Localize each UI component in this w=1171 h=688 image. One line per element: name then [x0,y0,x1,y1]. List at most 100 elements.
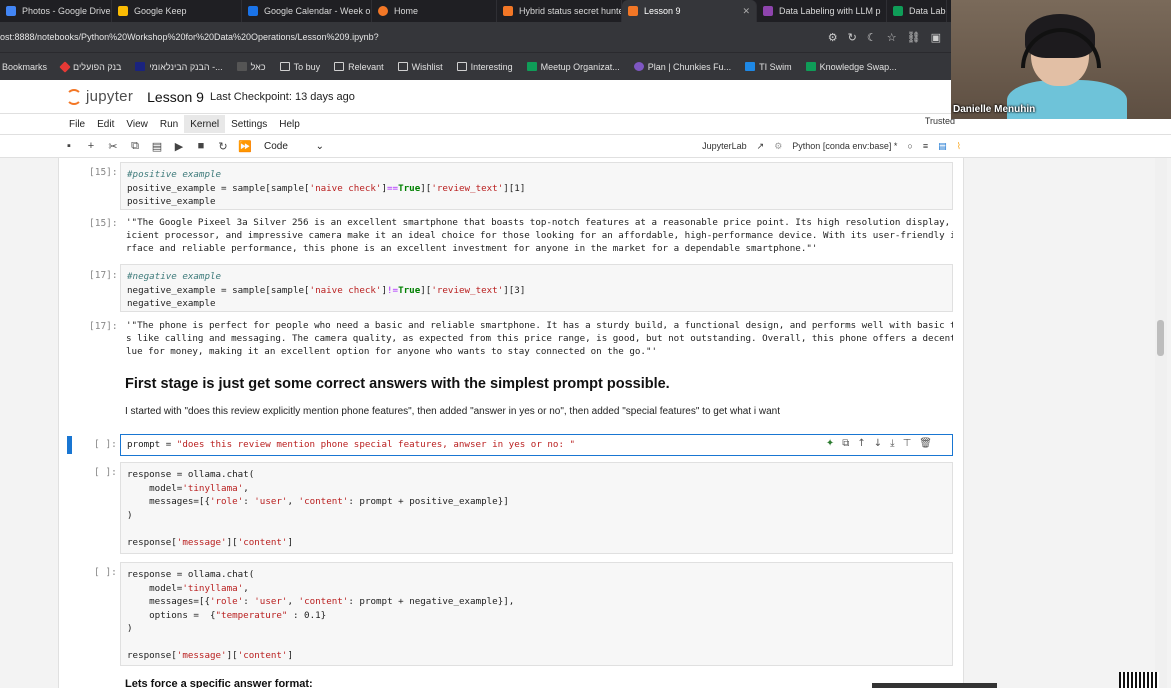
cell-type-value: Code [264,140,288,152]
run-icon[interactable]: ▶ [168,140,190,153]
delete-icon[interactable]: 🗑 [919,437,932,451]
debug-icon[interactable]: ⌇ [957,141,961,152]
bookmark-ti-swim[interactable]: TI Swim [738,53,799,81]
ti-icon [745,62,756,71]
add-cell-icon[interactable]: + [80,140,102,152]
extension-icon[interactable]: ▣ [931,31,941,44]
markdown-heading-format: Lets force a specific answer format: [125,678,313,688]
move-up-icon[interactable]: ↑ [857,437,865,451]
active-cell-indicator [67,436,72,454]
bookmark-interesting[interactable]: Interesting [450,53,520,81]
format-icon[interactable]: ⊤ [903,437,912,451]
jupyter-icon [503,6,513,16]
tab-calendar[interactable]: Google Calendar - Week o [242,0,372,22]
bookmark-knowledge[interactable]: Knowledge Swap... [799,53,904,81]
jupyterlab-link[interactable]: JupyterLab [702,141,747,151]
checkpoint-status: Last Checkpoint: 13 days ago [209,90,355,103]
jupyter-logo[interactable]: jupyter [66,88,133,105]
sparkle-icon[interactable]: ✦ [826,437,834,451]
insert-below-icon[interactable]: ⤓ [890,437,894,451]
stop-icon[interactable]: ■ [190,140,212,152]
scrollbar-thumb[interactable] [1157,320,1164,356]
tab-data-labeling[interactable]: Data Labeling with LLM p [757,0,887,22]
tab-photos[interactable]: Photos - Google Drive [0,0,112,22]
fast-forward-icon[interactable]: ⏩ [234,140,256,153]
menu-edit[interactable]: Edit [91,115,120,133]
paste-icon[interactable]: ▤ [146,140,168,153]
bookmark-hapoalim[interactable]: בנק הפועלים [54,53,128,81]
cell-type-select[interactable]: Code ⌄ [264,141,324,152]
settings-sliders-icon[interactable]: ⚙ [828,31,838,44]
menu-run[interactable]: Run [154,115,184,133]
notebook-title[interactable]: Lesson 9 [147,89,204,105]
jupyter-icon [378,6,388,16]
code-cell-prompt-active[interactable]: prompt = "does this review mention phone… [120,434,953,456]
folder-icon [279,62,290,71]
webcam-video: Danielle Menuhin [951,0,1171,119]
calendar-icon [248,6,258,16]
tab-label: Google Keep [134,6,187,16]
moon-icon[interactable]: ☾ [867,31,877,44]
code-cell-positive[interactable]: #positive example positive_example = sam… [120,162,953,210]
move-down-icon[interactable]: ↓ [874,437,882,451]
cut-icon[interactable]: ✂ [102,140,124,153]
kernel-name[interactable]: Python [conda env:base] * [792,141,897,151]
save-icon[interactable]: ▪ [58,140,80,152]
menu-file[interactable]: File [63,115,91,133]
copy-icon[interactable]: ⧉ [124,140,146,153]
code-cell-response-positive[interactable]: response = ollama.chat( model='tinyllama… [120,462,953,554]
tab-home[interactable]: Home [372,0,497,22]
tab-label: Google Calendar - Week o [264,6,371,16]
star-icon[interactable]: ☆ [887,31,897,44]
qr-code-icon [1119,672,1159,688]
close-icon[interactable]: ✕ [736,6,750,17]
settings-gear-icon[interactable]: ⚙ [774,141,782,152]
bookmark-relevant[interactable]: Relevant [327,53,391,81]
tab-keep[interactable]: Google Keep [112,0,242,22]
refresh-icon[interactable]: ↻ [848,31,857,44]
jupyter-icon [628,6,638,16]
sheets-icon [893,6,903,16]
tab-data-label[interactable]: Data Label [887,0,947,22]
bookmark-beinleumi[interactable]: הבנק הבינלאומי -... [128,53,229,81]
notebook-panel-icon[interactable]: ▤ [938,141,947,152]
menu-icon[interactable]: ≡ [923,141,928,151]
scrollbar-track[interactable] [1155,158,1167,688]
menu-view[interactable]: View [120,115,154,133]
code-cell-negative[interactable]: #negative example negative_example = sam… [120,264,953,312]
bookmark-cal[interactable]: כאל [230,53,273,81]
tab-label: Hybrid status secret hunte [519,6,622,16]
bookmark-meetup[interactable]: Meetup Organizat... [520,53,627,81]
bookmark-label: Relevant [348,61,384,72]
tab-label: Data Label [909,6,946,16]
bookmark-label: Plan | Chunkies Fu... [647,61,732,72]
bank-icon [135,62,146,71]
menu-help[interactable]: Help [273,115,306,133]
tab-lesson-9[interactable]: Lesson 9 ✕ [622,0,757,22]
notebook-toolbar: ▪ + ✂ ⧉ ▤ ▶ ■ ↻ ⏩ Code ⌄ JupyterLab ↗ ⚙ … [0,134,1171,158]
bookmark-wishlist[interactable]: Wishlist [391,53,450,81]
bank-icon [59,60,71,73]
bookmark-to-buy[interactable]: To buy [273,53,328,81]
overlay-strip [872,683,997,688]
bookmark-plan[interactable]: Plan | Chunkies Fu... [627,53,738,81]
restart-icon[interactable]: ↻ [212,140,234,153]
menu-settings[interactable]: Settings [225,115,273,133]
drive-icon [6,6,16,16]
bookmark-label: Knowledge Swap... [819,61,897,72]
keep-icon [118,6,128,16]
link-icon[interactable]: ⛓ [907,31,921,44]
url-field[interactable]: ost:8888/notebooks/Python%20Workshop%20f… [0,32,828,42]
duplicate-icon[interactable]: ⧉ [842,437,849,451]
tab-hybrid[interactable]: Hybrid status secret hunte [497,0,622,22]
jupyter-logo-text: jupyter [86,88,134,105]
markdown-paragraph: I started with "does this review explici… [125,406,780,417]
code-cell-response-negative[interactable]: response = ollama.chat( model='tinyllama… [120,562,953,666]
bookmark-all[interactable]: Bookmarks [0,53,54,81]
bookmark-label: Meetup Organizat... [540,61,620,72]
tab-label: Home [394,6,419,16]
chevron-down-icon: ⌄ [315,140,324,152]
bookmark-label: To buy [293,61,321,72]
menu-kernel[interactable]: Kernel [184,115,226,133]
bookmark-label: הבנק הבינלאומי -... [149,61,223,72]
